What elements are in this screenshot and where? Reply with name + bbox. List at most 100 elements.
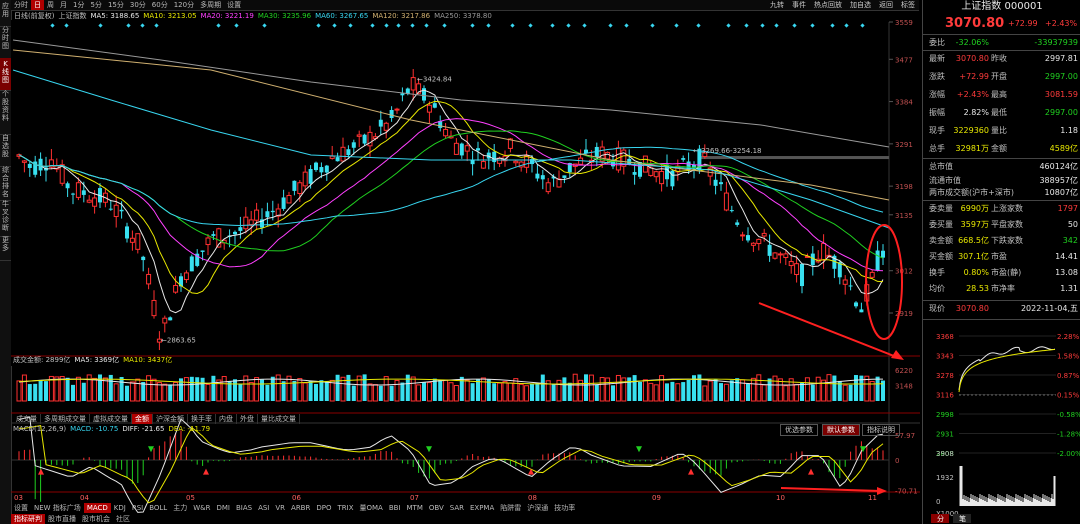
range-annotation: ← 3269.66-3254.18: [693, 147, 762, 155]
toolbar-btn-4[interactable]: 返回: [875, 0, 897, 10]
indicator-tab-1[interactable]: 多周期成交量: [41, 414, 90, 424]
toolbar-btn-3[interactable]: 加自选: [846, 0, 875, 10]
bottom-tab-16[interactable]: BBI: [386, 503, 404, 513]
quote-value2: 4589亿: [1049, 144, 1078, 153]
indicator-tab-2[interactable]: 虚拟成交量: [90, 414, 132, 424]
period-8[interactable]: 60分: [149, 0, 171, 10]
bottom-tab-19[interactable]: SAR: [447, 503, 467, 513]
bottom-tab-0[interactable]: 设置: [11, 503, 31, 513]
month-03: 03: [14, 494, 23, 502]
bottom-tab-12[interactable]: ARBR: [288, 503, 313, 513]
bottom-tab-21[interactable]: 陷阱雷: [497, 503, 524, 513]
left-tab-7[interactable]: 更多: [0, 234, 11, 261]
indicator-tab-6[interactable]: 内盘: [216, 414, 237, 424]
quote-row-3: 涨幅 +2.43% 最高 3081.59: [923, 88, 1080, 102]
indicator-tab-5[interactable]: 换手率: [188, 414, 216, 424]
indicator-tab-7[interactable]: 外盘: [237, 414, 258, 424]
month-04: 04: [80, 494, 89, 502]
toolbar-btn-2[interactable]: 热点回放: [810, 0, 846, 10]
bottom-tab-18[interactable]: OBV: [426, 503, 447, 513]
bottom-tab-4[interactable]: RSI: [129, 503, 146, 513]
left-tab-4[interactable]: 自选股: [0, 132, 11, 167]
bottom-tab-20[interactable]: EXPMA: [467, 503, 497, 513]
volume-bar: [297, 378, 303, 402]
candle-body: [746, 235, 750, 241]
bottom-tab-2[interactable]: MACD: [83, 503, 111, 513]
indicator-tab-8[interactable]: 量比成交量: [258, 414, 300, 424]
quote-label: 委买量: [929, 220, 953, 229]
month-05: 05: [186, 494, 195, 502]
candle-body: [281, 197, 286, 209]
indicator-tab-3[interactable]: 金额: [132, 414, 153, 424]
bottom-tab-7[interactable]: W&R: [190, 503, 213, 513]
candle-body: [113, 204, 119, 218]
left-tab-1[interactable]: 分时图: [0, 24, 11, 61]
bottom-tab-15[interactable]: 量OMA: [356, 503, 385, 513]
bottom-tab2-2[interactable]: 股市机会: [79, 514, 113, 524]
bottom-tab-22[interactable]: 沪深通: [524, 503, 551, 513]
period-10[interactable]: 多周期: [197, 0, 224, 10]
toolbar-btn-1[interactable]: 事件: [788, 0, 810, 10]
bottom-tab-1[interactable]: NEW 指标广场: [31, 503, 84, 513]
macd-signal-arrow: [148, 446, 154, 453]
period-11[interactable]: 设置: [224, 0, 244, 10]
toolbar-btn-5[interactable]: 标签: [897, 0, 919, 10]
period-1[interactable]: 日: [31, 0, 44, 10]
bottom-tab-8[interactable]: DMI: [213, 503, 233, 513]
macd-btn-1[interactable]: 默认参数: [822, 424, 860, 436]
bottom-tab-14[interactable]: TRIX: [334, 503, 356, 513]
kline-chart[interactable]: 35593477338432913198313530122919←3424.84…: [11, 10, 920, 524]
bottom-tab-13[interactable]: DPO: [313, 503, 334, 513]
bottom-tab-11[interactable]: VR: [272, 503, 288, 513]
left-tab-2[interactable]: K线图: [0, 58, 11, 91]
volume-bar: [314, 383, 318, 401]
period-5[interactable]: 5分: [87, 0, 104, 10]
left-tab-6[interactable]: 牛叉诊断: [0, 198, 11, 237]
candle-body: [723, 192, 729, 211]
candle-body: [297, 182, 303, 195]
quote-value: 28.53: [966, 284, 989, 293]
candle-body: [183, 272, 189, 281]
indicator-tab-4[interactable]: 沪深金额: [153, 414, 188, 424]
bottom-tab2-3[interactable]: 社区: [113, 514, 133, 524]
volume-bar: [615, 374, 621, 402]
period-7[interactable]: 30分: [127, 0, 149, 10]
left-tab-5[interactable]: 综合排名: [0, 164, 11, 201]
bottom-tab-9[interactable]: BIAS: [233, 503, 255, 513]
quote-label: 总手: [929, 144, 945, 153]
candle-body: [794, 263, 800, 276]
volume-bar: [800, 382, 804, 401]
left-tab-3[interactable]: 个股资料: [0, 88, 11, 135]
quote-label: 最新: [929, 54, 945, 63]
candle-body: [173, 284, 179, 293]
left-tab-0[interactable]: 应用: [0, 0, 11, 27]
period-4[interactable]: 1分: [70, 0, 87, 10]
candle-body: [464, 145, 470, 152]
indicator-tab-0[interactable]: 成交量: [13, 414, 41, 424]
candle-body: [470, 160, 475, 165]
period-3[interactable]: 月: [57, 0, 70, 10]
bottom-tab2-0[interactable]: 指标研判: [11, 514, 45, 524]
mini-tab-label: 笔: [959, 514, 966, 523]
volume-bar: [260, 379, 264, 401]
period-6[interactable]: 15分: [105, 0, 127, 10]
bottom-tab2-1[interactable]: 股市直播: [45, 514, 79, 524]
volume-bar: [319, 380, 324, 401]
macd-btn-2[interactable]: 指标说明: [862, 424, 900, 436]
bottom-tab-3[interactable]: KDJ: [111, 503, 129, 513]
candle-body: [125, 226, 129, 239]
bottom-tab-17[interactable]: MTM: [404, 503, 426, 513]
quote-value: 668.5亿: [958, 236, 989, 245]
bottom-tab-10[interactable]: ASI: [255, 503, 272, 513]
macd-btn-0[interactable]: 优选参数: [780, 424, 818, 436]
candle-body: [719, 182, 723, 185]
quote-value2: 14.41: [1055, 252, 1078, 261]
bottom-tab-23[interactable]: 技功率: [551, 503, 578, 513]
bottom-tab-5[interactable]: BOLL: [146, 503, 170, 513]
period-2[interactable]: 周: [44, 0, 57, 10]
period-0[interactable]: 分时: [11, 0, 31, 10]
toolbar-btn-0[interactable]: 九转: [766, 0, 788, 10]
intraday-minichart[interactable]: 33683343327831162998293128082.28%1.58%0.…: [923, 320, 1080, 524]
bottom-tab-6[interactable]: 主力: [170, 503, 190, 513]
period-9[interactable]: 120分: [171, 0, 197, 10]
